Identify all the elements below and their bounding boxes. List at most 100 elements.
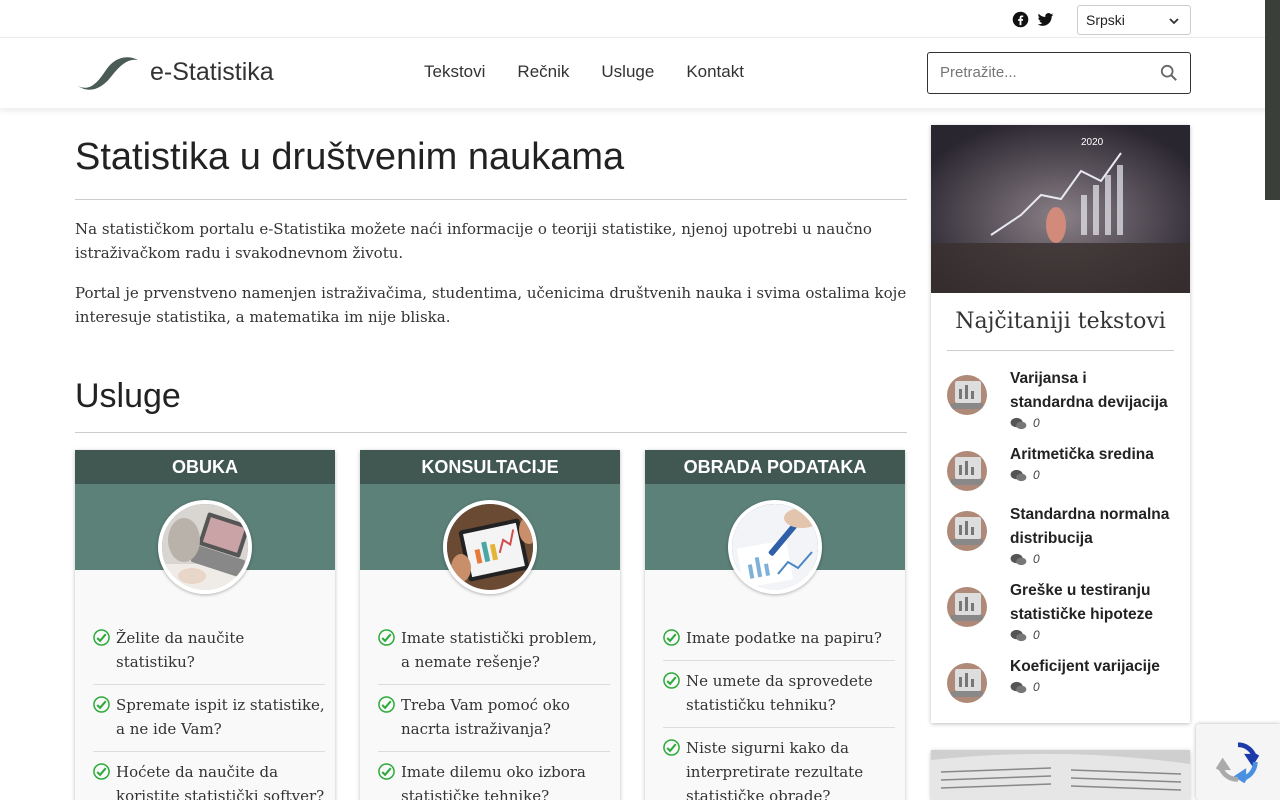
popular-post[interactable]: Varijansa i standardna devijacija 0 xyxy=(947,367,1174,431)
card-photo-charts xyxy=(728,500,822,594)
card-list: Imate statistički problem, a nemate reše… xyxy=(360,618,620,800)
list-item-text: Imate statistički problem, a nemate reše… xyxy=(401,629,597,671)
post-title[interactable]: Varijansa i standardna devijacija xyxy=(1010,367,1174,415)
list-item-text: Niste sigurni kako da interpretirate rez… xyxy=(686,739,864,800)
list-item: Ne umete da sprovedete statističku tehni… xyxy=(663,661,895,728)
list-item-text: Imate podatke na papiru? xyxy=(686,629,882,647)
list-item: Hoćete da naučite da koristite statistič… xyxy=(93,752,325,800)
comments-icon xyxy=(1010,681,1027,693)
post-title[interactable]: Koeficijent varijacije xyxy=(1010,655,1160,679)
recaptcha-icon xyxy=(1215,742,1260,784)
post-title[interactable]: Greške u testiranju statističke hipoteze xyxy=(1010,579,1174,627)
post-thumbnail xyxy=(947,511,987,551)
post-title[interactable]: Standardna normalna distribucija xyxy=(1010,503,1174,551)
service-card-obrada-podataka[interactable]: OBRADA PODATAKA Imate podatke na papiru?… xyxy=(645,450,905,800)
card-list: Imate podatke na papiru? Ne umete da spr… xyxy=(645,618,905,800)
check-icon xyxy=(378,696,395,713)
service-cards: OBUKA Želite da naučite statistiku? Spre… xyxy=(75,450,905,800)
search-box xyxy=(927,52,1191,94)
site-header: e-Statistika Tekstovi Rečnik Usluge Kont… xyxy=(0,38,1280,108)
list-item-text: Želite da naučite statistiku? xyxy=(116,629,245,671)
check-icon xyxy=(663,629,680,646)
comment-count: 0 xyxy=(1033,552,1040,566)
nav-item-recnik[interactable]: Rečnik xyxy=(517,62,569,82)
post-title[interactable]: Aritmetička sredina xyxy=(1010,443,1154,467)
hero-year-label: 2020 xyxy=(1081,137,1104,148)
sidebar-title: Najčitaniji tekstovi xyxy=(947,309,1174,351)
comments-icon xyxy=(1010,417,1027,429)
popular-post[interactable]: Greške u testiranju statističke hipoteze… xyxy=(947,579,1174,643)
check-icon xyxy=(663,739,680,756)
popular-posts-list: Varijansa i standardna devijacija 0 Arit… xyxy=(931,351,1190,703)
card-photo-tablet xyxy=(443,500,537,594)
nav-item-kontakt[interactable]: Kontakt xyxy=(686,62,744,82)
language-selected: Srpski xyxy=(1086,12,1125,28)
list-item: Imate podatke na papiru? xyxy=(663,618,895,661)
card-title: OBRADA PODATAKA xyxy=(645,450,905,484)
list-item: Imate statistički problem, a nemate reše… xyxy=(378,618,610,685)
comments-icon xyxy=(1010,553,1027,565)
list-item-text: Ne umete da sprovedete statističku tehni… xyxy=(686,672,873,714)
comment-count: 0 xyxy=(1033,416,1040,430)
check-icon xyxy=(93,629,110,646)
chevron-down-icon xyxy=(1168,14,1180,26)
comment-count: 0 xyxy=(1033,628,1040,642)
main-nav: Tekstovi Rečnik Usluge Kontakt xyxy=(424,62,744,82)
check-icon xyxy=(378,763,395,780)
card-photo-laptop xyxy=(158,500,252,594)
check-icon xyxy=(663,672,680,689)
service-card-konsultacije[interactable]: KONSULTACIJE Imate statistički problem, … xyxy=(360,450,620,800)
list-item: Spremate ispit iz statistike, a ne ide V… xyxy=(93,685,325,752)
intro-paragraph-2: Portal je prvenstveno namenjen istraživa… xyxy=(75,284,907,326)
search-icon[interactable] xyxy=(1160,64,1178,82)
top-bar: Srpski xyxy=(0,0,1280,38)
post-thumbnail xyxy=(947,663,987,703)
popular-post[interactable]: Standardna normalna distribucija 0 xyxy=(947,503,1174,567)
list-item-text: Hoćete da naučite da koristite statistič… xyxy=(116,763,325,800)
intro-paragraph-1: Na statističkom portalu e-Statistika mož… xyxy=(75,220,872,262)
comments-icon xyxy=(1010,469,1027,481)
popular-post[interactable]: Aritmetička sredina 0 xyxy=(947,443,1174,491)
nav-item-tekstovi[interactable]: Tekstovi xyxy=(424,62,485,82)
logo-wave-icon xyxy=(78,57,138,90)
card-band xyxy=(645,484,905,594)
post-thumbnail xyxy=(947,451,987,491)
language-select[interactable]: Srpski xyxy=(1077,5,1191,35)
page-title: Statistika u društvenim naukama xyxy=(75,136,907,200)
card-band xyxy=(360,484,620,594)
sidebar-book-image xyxy=(931,750,1190,800)
check-icon xyxy=(93,763,110,780)
logo-text: e-Statistika xyxy=(150,57,274,86)
comment-count: 0 xyxy=(1033,680,1040,694)
page-edge-decoration xyxy=(1265,0,1280,200)
list-item-text: Spremate ispit iz statistike, a ne ide V… xyxy=(116,696,325,738)
list-item-text: Treba Vam pomoć oko nacrta istraživanja? xyxy=(401,696,570,738)
sidebar-popular: 2020 Najčitaniji tekstovi Varijansa i st… xyxy=(931,125,1190,723)
post-thumbnail xyxy=(947,587,987,627)
twitter-icon[interactable] xyxy=(1037,11,1054,28)
services-title: Usluge xyxy=(75,377,907,433)
comment-count: 0 xyxy=(1033,468,1040,482)
main-content: Statistika u društvenim naukama Na stati… xyxy=(75,108,907,800)
list-item: Imate dilemu oko izbora statističke tehn… xyxy=(378,752,610,800)
list-item-text: Imate dilemu oko izbora statističke tehn… xyxy=(401,763,586,800)
card-list: Želite da naučite statistiku? Spremate i… xyxy=(75,618,335,800)
service-card-obuka[interactable]: OBUKA Želite da naučite statistiku? Spre… xyxy=(75,450,335,800)
facebook-icon[interactable] xyxy=(1012,11,1029,28)
site-logo[interactable]: e-Statistika xyxy=(76,52,274,92)
card-title: OBUKA xyxy=(75,450,335,484)
list-item: Treba Vam pomoć oko nacrta istraživanja? xyxy=(378,685,610,752)
search-input[interactable] xyxy=(928,53,1148,92)
social-links xyxy=(1012,11,1054,28)
popular-post[interactable]: Koeficijent varijacije 0 xyxy=(947,655,1174,703)
card-band xyxy=(75,484,335,594)
nav-item-usluge[interactable]: Usluge xyxy=(601,62,654,82)
sidebar-hero-image: 2020 xyxy=(931,125,1190,293)
recaptcha-badge[interactable] xyxy=(1196,724,1280,800)
post-thumbnail xyxy=(947,375,987,415)
comments-icon xyxy=(1010,629,1027,641)
check-icon xyxy=(378,629,395,646)
list-item: Niste sigurni kako da interpretirate rez… xyxy=(663,728,895,800)
check-icon xyxy=(93,696,110,713)
list-item: Želite da naučite statistiku? xyxy=(93,618,325,685)
